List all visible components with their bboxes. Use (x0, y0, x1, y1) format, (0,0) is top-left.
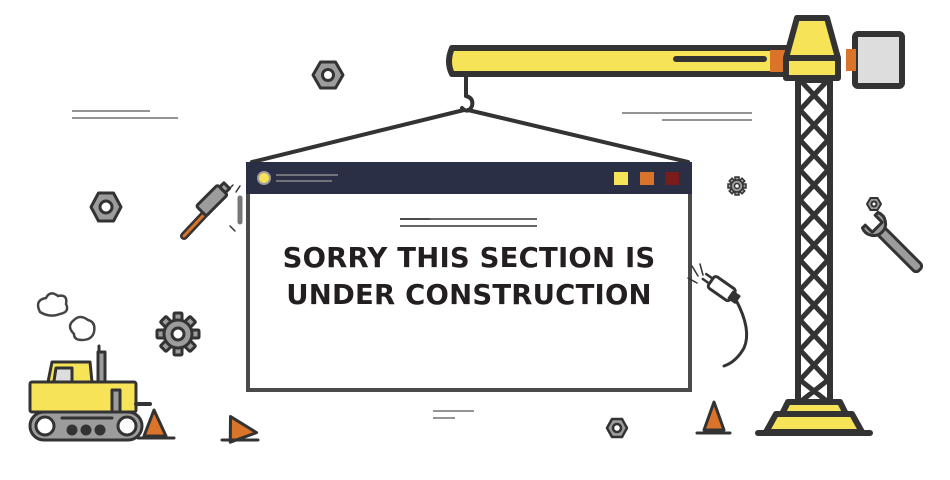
message-line-2: UNDER CONSTRUCTION (286, 279, 652, 311)
hammer-icon (180, 181, 243, 240)
wrench-icon (860, 210, 924, 274)
gear-icon (727, 176, 747, 196)
construction-scene: SORRY THIS SECTION IS UNDER CONSTRUCTION (0, 0, 950, 480)
sign-ropes (250, 108, 690, 164)
traffic-cone-icon (220, 415, 260, 444)
smoke-cloud-icon (36, 292, 96, 342)
under-construction-message: SORRY THIS SECTION IS UNDER CONSTRUCTION (250, 240, 688, 314)
hex-nut-icon (605, 417, 629, 439)
hex-nut-icon (311, 60, 345, 90)
message-line-1: SORRY THIS SECTION IS (282, 242, 656, 274)
power-plug-icon (687, 263, 749, 368)
hex-nut-icon (89, 191, 123, 223)
hex-nut-icon (866, 197, 882, 211)
traffic-cone-icon (695, 400, 732, 435)
gear-icon (155, 311, 201, 357)
bulldozer-icon (28, 344, 152, 442)
traffic-cone-icon (136, 408, 176, 440)
